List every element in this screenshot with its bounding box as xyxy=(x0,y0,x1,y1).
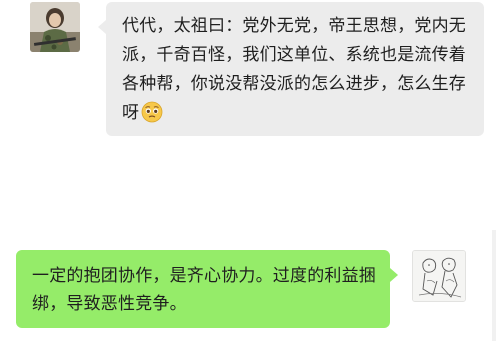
outgoing-message-bubble[interactable]: 一定的抱团协作，是齐心协力。过度的利益捆绑，导致恶性竞争。 xyxy=(16,250,398,328)
user-avatar[interactable] xyxy=(412,250,466,302)
incoming-message-body: 代代，太祖曰：党外无党，帝王思想，党内无派，千奇百怪，我们这单位、系统也是流传着… xyxy=(122,16,466,123)
incoming-message-bubble[interactable]: 代代，太祖曰：党外无党，帝王思想，党内无派，千奇百怪，我们这单位、系统也是流传着… xyxy=(98,2,484,136)
camouflage-person-avatar-icon xyxy=(30,2,80,52)
chat-area[interactable]: 代代，太祖曰：党外无党，帝王思想，党内无派，千奇百怪，我们这单位、系统也是流传着… xyxy=(0,0,496,341)
pleading-face-icon xyxy=(141,101,163,133)
scrollbar-track[interactable] xyxy=(492,230,496,341)
ink-sketch-avatar-icon xyxy=(413,251,465,301)
contact-avatar[interactable] xyxy=(30,2,80,52)
incoming-message-text: 代代，太祖曰：党外无党，帝王思想，党内无派，千奇百怪，我们这单位、系统也是流传着… xyxy=(122,12,478,133)
outgoing-message-text: 一定的抱团协作，是齐心协力。过度的利益捆绑，导致恶性竞争。 xyxy=(32,266,376,314)
